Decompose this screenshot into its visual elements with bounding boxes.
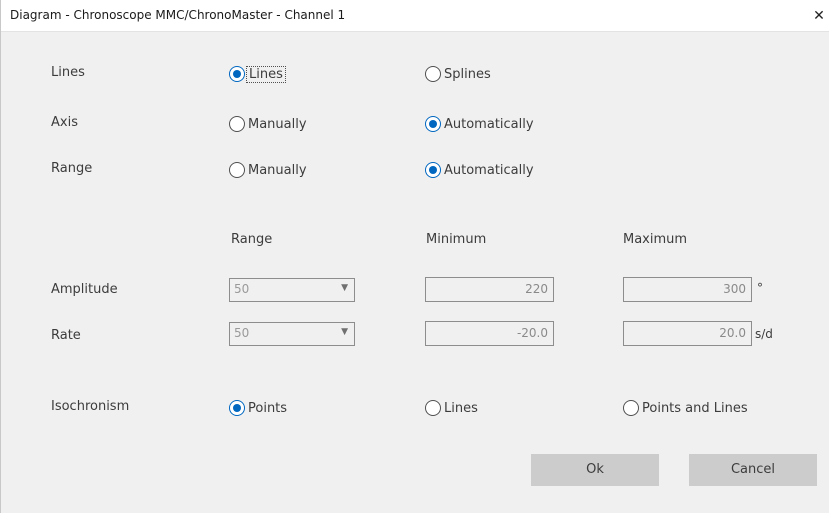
radio-unchecked-icon [229,162,245,178]
radio-splines-label: Splines [444,66,491,82]
amplitude-maximum-field[interactable]: 300 [623,277,752,302]
amplitude-range-select[interactable]: 50 ▼ [229,278,355,302]
radio-isochronism-points-and-lines-label: Points and Lines [642,400,748,416]
chevron-down-icon: ▼ [341,283,348,293]
rate-range-value: 50 [234,326,250,340]
amplitude-maximum-value: 300 [723,282,746,296]
cancel-button[interactable]: Cancel [689,454,817,486]
close-icon[interactable]: ✕ [808,0,829,32]
radio-checked-icon [229,66,245,82]
title-bar: Diagram - Chronoscope MMC/ChronoMaster -… [1,0,829,32]
radio-checked-icon [229,400,245,416]
isochronism-label: Isochronism [51,399,130,414]
radio-axis-manually[interactable]: Manually [229,114,307,134]
radio-axis-automatically[interactable]: Automatically [425,114,534,134]
amplitude-minimum-field[interactable]: 220 [425,277,554,302]
header-maximum: Maximum [623,232,688,247]
radio-range-manually-label: Manually [248,162,307,178]
radio-range-automatically-label: Automatically [444,162,534,178]
radio-unchecked-icon [229,116,245,132]
radio-lines[interactable]: Lines [229,64,286,84]
rate-range-select[interactable]: 50 ▼ [229,322,355,346]
rate-minimum-field[interactable]: -20.0 [425,321,554,346]
amplitude-label: Amplitude [51,282,118,297]
rate-maximum-value: 20.0 [719,326,746,340]
radio-lines-label: Lines [246,65,286,83]
window-title: Diagram - Chronoscope MMC/ChronoMaster -… [10,8,346,22]
axis-label: Axis [51,115,78,130]
rate-label: Rate [51,328,81,343]
amplitude-range-value: 50 [234,282,250,296]
radio-checked-icon [425,116,441,132]
radio-range-automatically[interactable]: Automatically [425,160,534,180]
chevron-down-icon: ▼ [341,327,348,337]
radio-splines[interactable]: Splines [425,64,491,84]
rate-maximum-field[interactable]: 20.0 [623,321,752,346]
radio-axis-automatically-label: Automatically [444,116,534,132]
radio-range-manually[interactable]: Manually [229,160,307,180]
radio-axis-manually-label: Manually [248,116,307,132]
radio-isochronism-lines-label: Lines [444,400,478,416]
radio-unchecked-icon [623,400,639,416]
radio-unchecked-icon [425,400,441,416]
rate-minimum-value: -20.0 [516,326,548,340]
header-minimum: Minimum [426,232,487,247]
radio-isochronism-points[interactable]: Points [229,398,287,418]
ok-button[interactable]: Ok [531,454,659,486]
amplitude-unit: ° [757,281,763,295]
lines-label: Lines [51,65,85,80]
range-label: Range [51,161,93,176]
radio-isochronism-lines[interactable]: Lines [425,398,478,418]
diagram-dialog: Diagram - Chronoscope MMC/ChronoMaster -… [0,0,829,513]
header-range: Range [231,232,273,247]
rate-unit: s/d [755,327,773,341]
radio-isochronism-points-and-lines[interactable]: Points and Lines [623,398,748,418]
amplitude-minimum-value: 220 [525,282,548,296]
radio-checked-icon [425,162,441,178]
radio-isochronism-points-label: Points [248,400,288,416]
radio-unchecked-icon [425,66,441,82]
